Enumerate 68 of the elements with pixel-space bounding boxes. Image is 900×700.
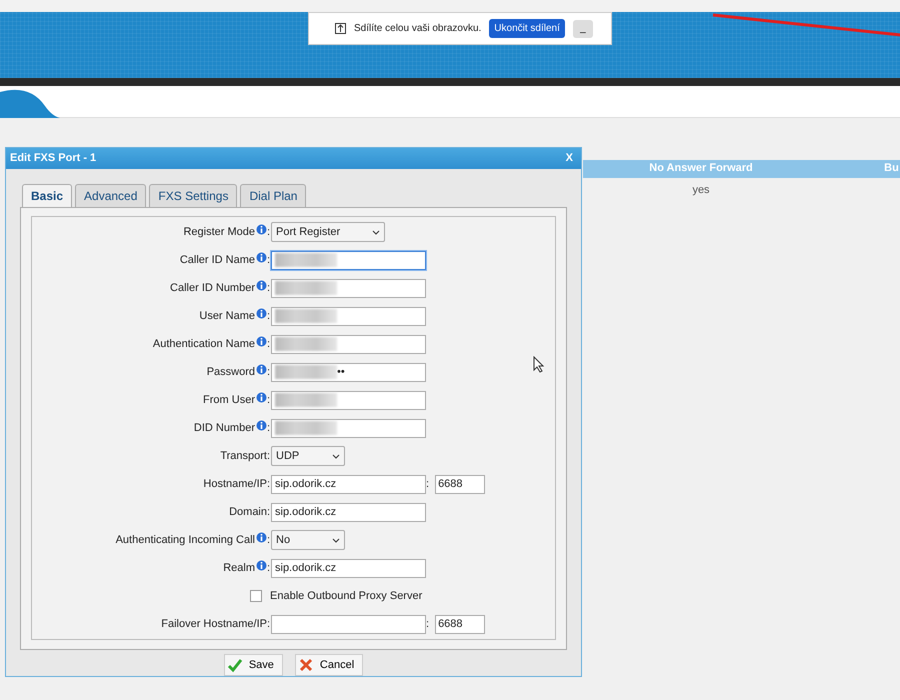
- caret-icon: [332, 454, 340, 458]
- stop-sharing-button[interactable]: Ukončit sdílení: [489, 19, 565, 38]
- field-label: Authentication Name: [152, 336, 255, 352]
- field-label: Authenticating Incoming Call: [116, 532, 255, 548]
- input-field[interactable]: ••: [271, 362, 426, 382]
- input-field[interactable]: [271, 418, 426, 438]
- colon: :: [267, 336, 271, 352]
- field-label: Hostname/IP: [203, 476, 267, 492]
- check-icon: [226, 657, 243, 673]
- dialog-title: Edit FXS Port - 1: [10, 151, 96, 166]
- tab[interactable]: Advanced: [75, 184, 146, 207]
- colon: :: [267, 476, 271, 492]
- minimize-button[interactable]: _: [572, 20, 593, 38]
- input-field[interactable]: [271, 334, 426, 354]
- field-label: DID Number: [194, 420, 255, 436]
- select-field[interactable]: No: [271, 530, 345, 550]
- colon: :: [267, 308, 271, 324]
- input-field[interactable]: [271, 278, 426, 298]
- input-field[interactable]: [271, 390, 426, 410]
- input-field[interactable]: [271, 306, 426, 326]
- caret-icon: [372, 230, 380, 234]
- field-label: Realm: [223, 560, 255, 576]
- colon: :: [267, 420, 271, 436]
- port-field[interactable]: 6688: [435, 614, 486, 634]
- colon: :: [267, 532, 271, 548]
- input-field[interactable]: sip.odorik.cz: [271, 558, 426, 578]
- caret-icon: [332, 538, 340, 542]
- table-cell-text: yes: [691, 182, 711, 198]
- field-label: User Name: [199, 308, 255, 324]
- cursor-icon: [533, 356, 545, 373]
- field-label: Caller ID Name: [180, 252, 255, 268]
- colon: :: [267, 392, 271, 408]
- share-icon: [335, 23, 346, 34]
- input-field[interactable]: [271, 614, 426, 634]
- column-header: No Answer Forward: [648, 161, 754, 176]
- field-label: Domain: [229, 504, 267, 520]
- save-button[interactable]: Save: [224, 654, 283, 676]
- colon: :: [426, 476, 430, 492]
- field-label: Register Mode: [183, 224, 255, 240]
- select-field[interactable]: Port Register: [271, 222, 385, 242]
- checkbox-label: Enable Outbound Proxy Server: [270, 588, 422, 604]
- cross-icon: [298, 657, 314, 673]
- cancel-button[interactable]: Cancel: [294, 654, 364, 676]
- field-label: Failover Hostname/IP: [161, 616, 267, 632]
- field-label: Caller ID Number: [170, 280, 255, 296]
- colon: :: [267, 224, 271, 240]
- input-field[interactable]: [271, 250, 426, 270]
- colon: :: [267, 364, 271, 380]
- checkbox[interactable]: [250, 590, 262, 602]
- tab[interactable]: FXS Settings: [149, 184, 238, 207]
- input-field[interactable]: sip.odorik.cz: [271, 474, 426, 494]
- colon: :: [426, 616, 430, 632]
- field-label: Password: [206, 364, 255, 380]
- tab[interactable]: Dial Plan: [240, 184, 306, 207]
- field-label: From User: [203, 392, 255, 408]
- port-field[interactable]: 6688: [435, 474, 486, 494]
- share-message: Sdílíte celou vaši obrazovku.: [354, 22, 482, 36]
- colon: :: [267, 252, 271, 268]
- tab[interactable]: Basic: [22, 184, 72, 207]
- colon: :: [267, 448, 271, 464]
- colon: :: [267, 560, 271, 576]
- field-label: Transport: [220, 448, 267, 464]
- select-field[interactable]: UDP: [271, 446, 345, 466]
- column-header: Bu: [883, 161, 900, 176]
- colon: :: [267, 504, 271, 520]
- colon: :: [267, 616, 271, 632]
- input-field[interactable]: sip.odorik.cz: [271, 502, 426, 522]
- colon: :: [267, 280, 271, 296]
